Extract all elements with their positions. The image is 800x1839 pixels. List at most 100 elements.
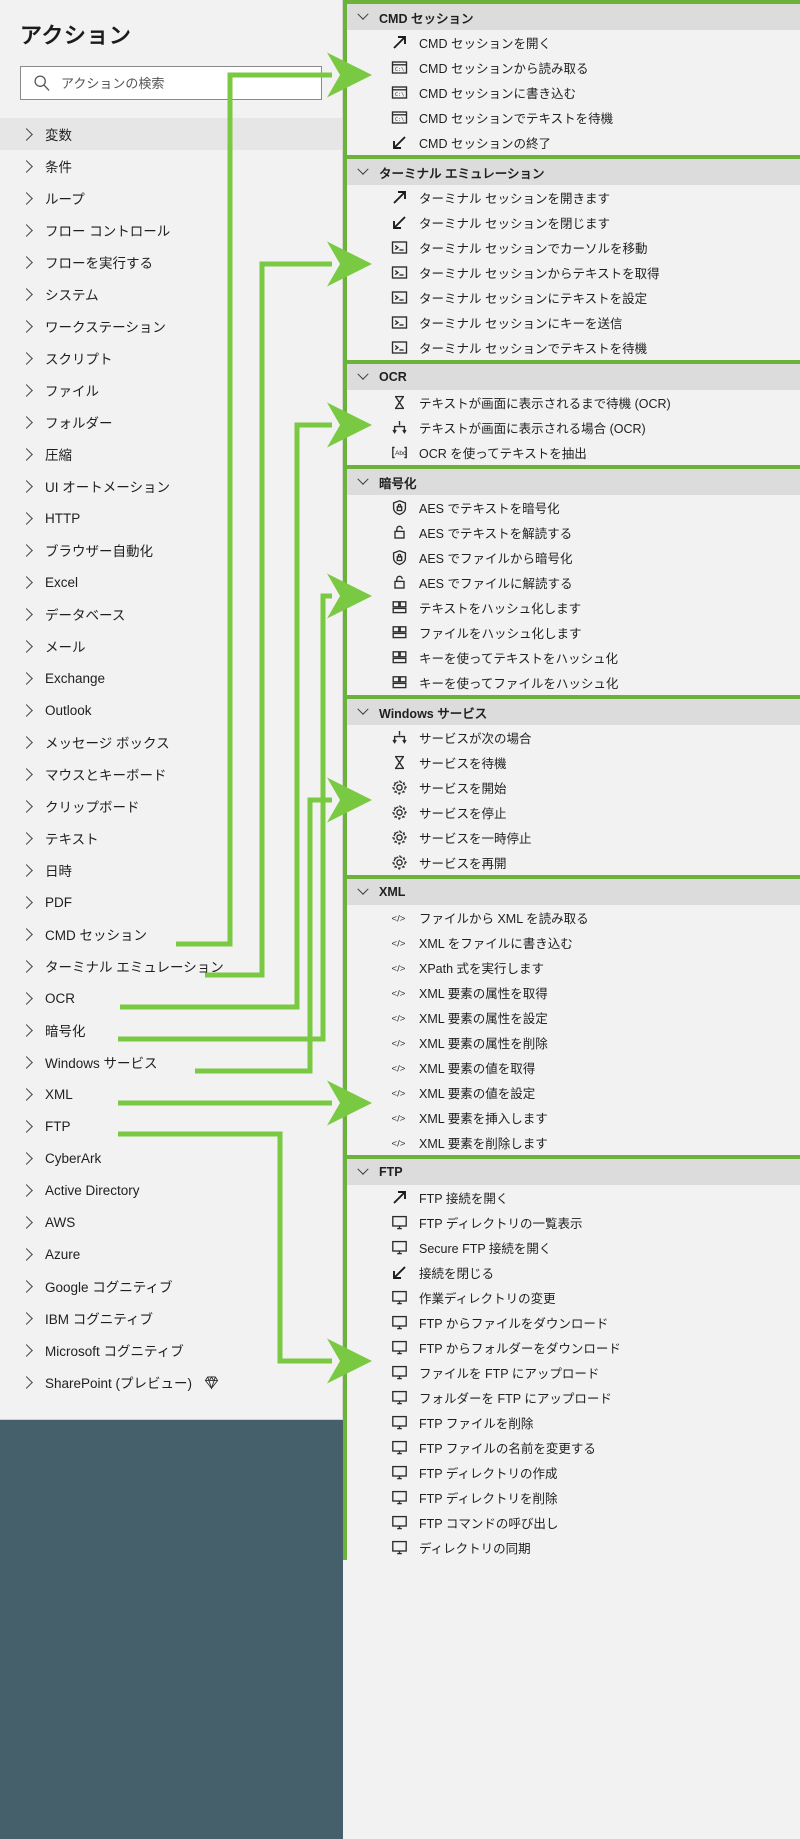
group-header[interactable]: OCR [343,364,800,390]
action-item[interactable]: FTP コマンドの呼び出し [343,1510,800,1535]
action-item[interactable]: サービスを停止 [343,800,800,825]
sidebar-item-26[interactable]: ターミナル エミュレーション [0,950,342,982]
action-item[interactable]: </> XML 要素を挿入します [343,1105,800,1130]
sidebar-item-32[interactable]: CyberArk [0,1142,342,1174]
action-item[interactable]: Secure FTP 接続を開く [343,1235,800,1260]
action-item[interactable]: テキストが画面に表示される場合 (OCR) [343,415,800,440]
action-item[interactable]: テキストをハッシュ化します [343,595,800,620]
action-item[interactable]: FTP ディレクトリを削除 [343,1485,800,1510]
action-item[interactable]: </> XML をファイルに書き込む [343,930,800,955]
action-item[interactable]: </> XML 要素の属性を取得 [343,980,800,1005]
action-item[interactable]: サービスを再開 [343,850,800,875]
search-input[interactable] [61,75,321,91]
action-item[interactable]: </> XML 要素の属性を削除 [343,1030,800,1055]
action-item[interactable]: ファイルをハッシュ化します [343,620,800,645]
sidebar-item-30[interactable]: XML [0,1078,342,1110]
action-item[interactable]: ターミナル セッションからテキストを取得 [343,260,800,285]
sidebar-item-22[interactable]: テキスト [0,822,342,854]
sidebar-item-36[interactable]: Google コグニティブ [0,1270,342,1302]
action-item[interactable]: </> XML 要素を削除します [343,1130,800,1155]
action-item[interactable]: AES でファイルに解読する [343,570,800,595]
sidebar-item-34[interactable]: AWS [0,1206,342,1238]
action-item[interactable]: </> XML 要素の値を取得 [343,1055,800,1080]
action-item[interactable]: 接続を閉じる [343,1260,800,1285]
action-item[interactable]: FTP ファイルの名前を変更する [343,1435,800,1460]
action-item[interactable]: ファイルを FTP にアップロード [343,1360,800,1385]
action-item[interactable]: AES でテキストを暗号化 [343,495,800,520]
action-item[interactable]: サービスを一時停止 [343,825,800,850]
group-header[interactable]: FTP [343,1159,800,1185]
action-item[interactable]: フォルダーを FTP にアップロード [343,1385,800,1410]
sidebar-item-23[interactable]: 日時 [0,854,342,886]
sidebar-item-1[interactable]: 条件 [0,150,342,182]
action-item[interactable]: AES でテキストを解読する [343,520,800,545]
group-header[interactable]: CMD セッション [343,4,800,30]
action-item[interactable]: サービスが次の場合 [343,725,800,750]
action-item[interactable]: サービスを待機 [343,750,800,775]
action-item[interactable]: キーを使ってテキストをハッシュ化 [343,645,800,670]
sidebar-item-7[interactable]: スクリプト [0,342,342,374]
action-item[interactable]: </> XPath 式を実行します [343,955,800,980]
sidebar-item-39[interactable]: SharePoint (プレビュー) [0,1366,342,1398]
sidebar-item-8[interactable]: ファイル [0,374,342,406]
sidebar-item-11[interactable]: UI オートメーション [0,470,342,502]
action-item[interactable]: Abc OCR を使ってテキストを抽出 [343,440,800,465]
action-item[interactable]: ターミナル セッションにテキストを設定 [343,285,800,310]
sidebar-item-6[interactable]: ワークステーション [0,310,342,342]
action-item[interactable]: ターミナル セッションを開きます [343,185,800,210]
sidebar-item-35[interactable]: Azure [0,1238,342,1270]
action-item[interactable]: FTP ディレクトリの作成 [343,1460,800,1485]
sidebar-item-29[interactable]: Windows サービス [0,1046,342,1078]
action-item[interactable]: ターミナル セッションにキーを送信 [343,310,800,335]
action-item[interactable]: ターミナル セッションでテキストを待機 [343,335,800,360]
sidebar-item-3[interactable]: フロー コントロール [0,214,342,246]
sidebar-item-12[interactable]: HTTP [0,502,342,534]
action-item[interactable]: ディレクトリの同期 [343,1535,800,1560]
sidebar-item-4[interactable]: フローを実行する [0,246,342,278]
sidebar-item-25[interactable]: CMD セッション [0,918,342,950]
action-item[interactable]: ターミナル セッションを閉じます [343,210,800,235]
sidebar-item-31[interactable]: FTP [0,1110,342,1142]
action-item[interactable]: C:\ CMD セッションから読み取る [343,55,800,80]
sidebar-item-16[interactable]: メール [0,630,342,662]
action-item[interactable]: FTP ファイルを削除 [343,1410,800,1435]
sidebar-item-9[interactable]: フォルダー [0,406,342,438]
sidebar-item-28[interactable]: 暗号化 [0,1014,342,1046]
sidebar-item-2[interactable]: ループ [0,182,342,214]
group-header[interactable]: ターミナル エミュレーション [343,159,800,185]
sidebar-item-21[interactable]: クリップボード [0,790,342,822]
group-header[interactable]: Windows サービス [343,699,800,725]
sidebar-item-5[interactable]: システム [0,278,342,310]
sidebar-item-27[interactable]: OCR [0,982,342,1014]
sidebar-item-19[interactable]: メッセージ ボックス [0,726,342,758]
action-item[interactable]: FTP からフォルダーをダウンロード [343,1335,800,1360]
action-item[interactable]: ターミナル セッションでカーソルを移動 [343,235,800,260]
action-item[interactable]: </> XML 要素の属性を設定 [343,1005,800,1030]
group-header[interactable]: XML [343,879,800,905]
action-item[interactable]: 作業ディレクトリの変更 [343,1285,800,1310]
action-item[interactable]: </> XML 要素の値を設定 [343,1080,800,1105]
sidebar-item-14[interactable]: Excel [0,566,342,598]
action-item[interactable]: CMD セッションを開く [343,30,800,55]
group-header[interactable]: 暗号化 [343,469,800,495]
action-item[interactable]: </> ファイルから XML を読み取る [343,905,800,930]
sidebar-item-15[interactable]: データベース [0,598,342,630]
sidebar-item-17[interactable]: Exchange [0,662,342,694]
sidebar-item-10[interactable]: 圧縮 [0,438,342,470]
action-item[interactable]: C:\ CMD セッションでテキストを待機 [343,105,800,130]
sidebar-item-37[interactable]: IBM コグニティブ [0,1302,342,1334]
sidebar-item-20[interactable]: マウスとキーボード [0,758,342,790]
sidebar-item-0[interactable]: 変数 [0,118,342,150]
sidebar-item-13[interactable]: ブラウザー自動化 [0,534,342,566]
action-item[interactable]: キーを使ってファイルをハッシュ化 [343,670,800,695]
action-item[interactable]: AES でファイルから暗号化 [343,545,800,570]
action-item[interactable]: テキストが画面に表示されるまで待機 (OCR) [343,390,800,415]
sidebar-item-24[interactable]: PDF [0,886,342,918]
search-box[interactable] [20,66,322,100]
action-item[interactable]: サービスを開始 [343,775,800,800]
action-item[interactable]: FTP 接続を開く [343,1185,800,1210]
sidebar-item-33[interactable]: Active Directory [0,1174,342,1206]
action-item[interactable]: C:\ CMD セッションに書き込む [343,80,800,105]
action-item[interactable]: CMD セッションの終了 [343,130,800,155]
action-item[interactable]: FTP からファイルをダウンロード [343,1310,800,1335]
